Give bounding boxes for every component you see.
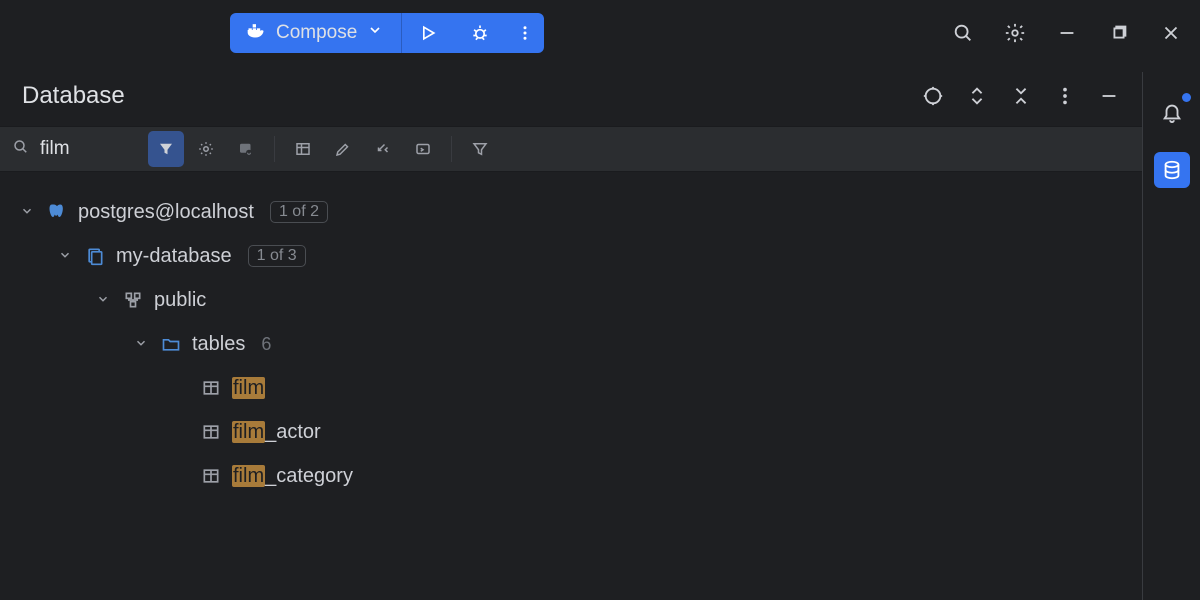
chevron-down-icon <box>20 201 36 224</box>
chevron-down-icon <box>134 333 150 356</box>
docker-icon <box>246 20 266 46</box>
database-search-box[interactable] <box>0 130 148 168</box>
database-panel-header: Database <box>0 66 1142 126</box>
filter-button[interactable] <box>462 131 498 167</box>
refresh-button[interactable] <box>228 131 264 167</box>
table-icon <box>200 422 222 442</box>
window-minimize-button[interactable] <box>1056 22 1078 44</box>
open-console-button[interactable] <box>405 131 441 167</box>
titlebar-right-controls <box>952 22 1182 44</box>
table-label: film_category <box>232 465 353 488</box>
compose-label: Compose <box>276 22 357 44</box>
chevron-down-icon <box>58 245 74 268</box>
run-more-button[interactable] <box>506 13 544 53</box>
connection-badge: 1 of 2 <box>270 201 328 223</box>
table-icon <box>200 466 222 486</box>
debug-button[interactable] <box>454 13 506 53</box>
app-titlebar: Compose <box>0 0 1200 66</box>
compose-run-config-button[interactable]: Compose <box>230 13 402 53</box>
tables-count: 6 <box>261 334 271 355</box>
tree-node-tables-folder[interactable]: tables 6 <box>0 322 1142 366</box>
panel-options-icon[interactable] <box>1054 85 1076 107</box>
tree-node-table[interactable]: film_actor <box>0 410 1142 454</box>
chevron-down-icon <box>367 22 383 44</box>
tables-folder-label: tables <box>192 333 245 356</box>
tree-node-schema[interactable]: public <box>0 278 1142 322</box>
folder-icon <box>160 334 182 354</box>
run-config-group: Compose <box>230 13 544 53</box>
table-view-button[interactable] <box>285 131 321 167</box>
right-tool-strip <box>1142 72 1200 600</box>
datasource-properties-button[interactable] <box>188 131 224 167</box>
hide-panel-icon[interactable] <box>1098 85 1120 107</box>
filter-toggle-button[interactable] <box>148 131 184 167</box>
database-icon <box>84 246 106 266</box>
schema-label: public <box>154 289 206 312</box>
postgres-icon <box>46 202 68 222</box>
window-restore-button[interactable] <box>1108 22 1130 44</box>
edit-button[interactable] <box>325 131 361 167</box>
tree-node-connection[interactable]: postgres@localhost 1 of 2 <box>0 190 1142 234</box>
database-label: my-database <box>116 245 232 268</box>
expand-collapse-icon[interactable] <box>966 85 988 107</box>
tree-node-table[interactable]: film_category <box>0 454 1142 498</box>
schema-icon <box>122 290 144 310</box>
search-everywhere-button[interactable] <box>952 22 974 44</box>
database-tree: postgres@localhost 1 of 2 my-database 1 … <box>0 172 1142 498</box>
database-tool-strip-button[interactable] <box>1154 152 1190 188</box>
database-tool-window: Database <box>0 66 1142 498</box>
tree-node-database[interactable]: my-database 1 of 3 <box>0 234 1142 278</box>
jump-to-source-button[interactable] <box>365 131 401 167</box>
target-icon[interactable] <box>922 85 944 107</box>
settings-button[interactable] <box>1004 22 1026 44</box>
window-close-button[interactable] <box>1160 22 1182 44</box>
chevron-down-icon <box>96 289 112 312</box>
run-button[interactable] <box>402 13 454 53</box>
database-panel-title: Database <box>22 82 922 110</box>
search-icon <box>12 138 30 160</box>
table-label: film <box>232 377 265 400</box>
table-label: film_actor <box>232 421 321 444</box>
connection-label: postgres@localhost <box>78 201 254 224</box>
notifications-button[interactable] <box>1154 94 1190 130</box>
database-toolbar <box>0 126 1142 172</box>
tree-node-table[interactable]: film <box>0 366 1142 410</box>
collapse-all-icon[interactable] <box>1010 85 1032 107</box>
table-icon <box>200 378 222 398</box>
database-badge: 1 of 3 <box>248 245 306 267</box>
database-search-input[interactable] <box>40 138 118 160</box>
